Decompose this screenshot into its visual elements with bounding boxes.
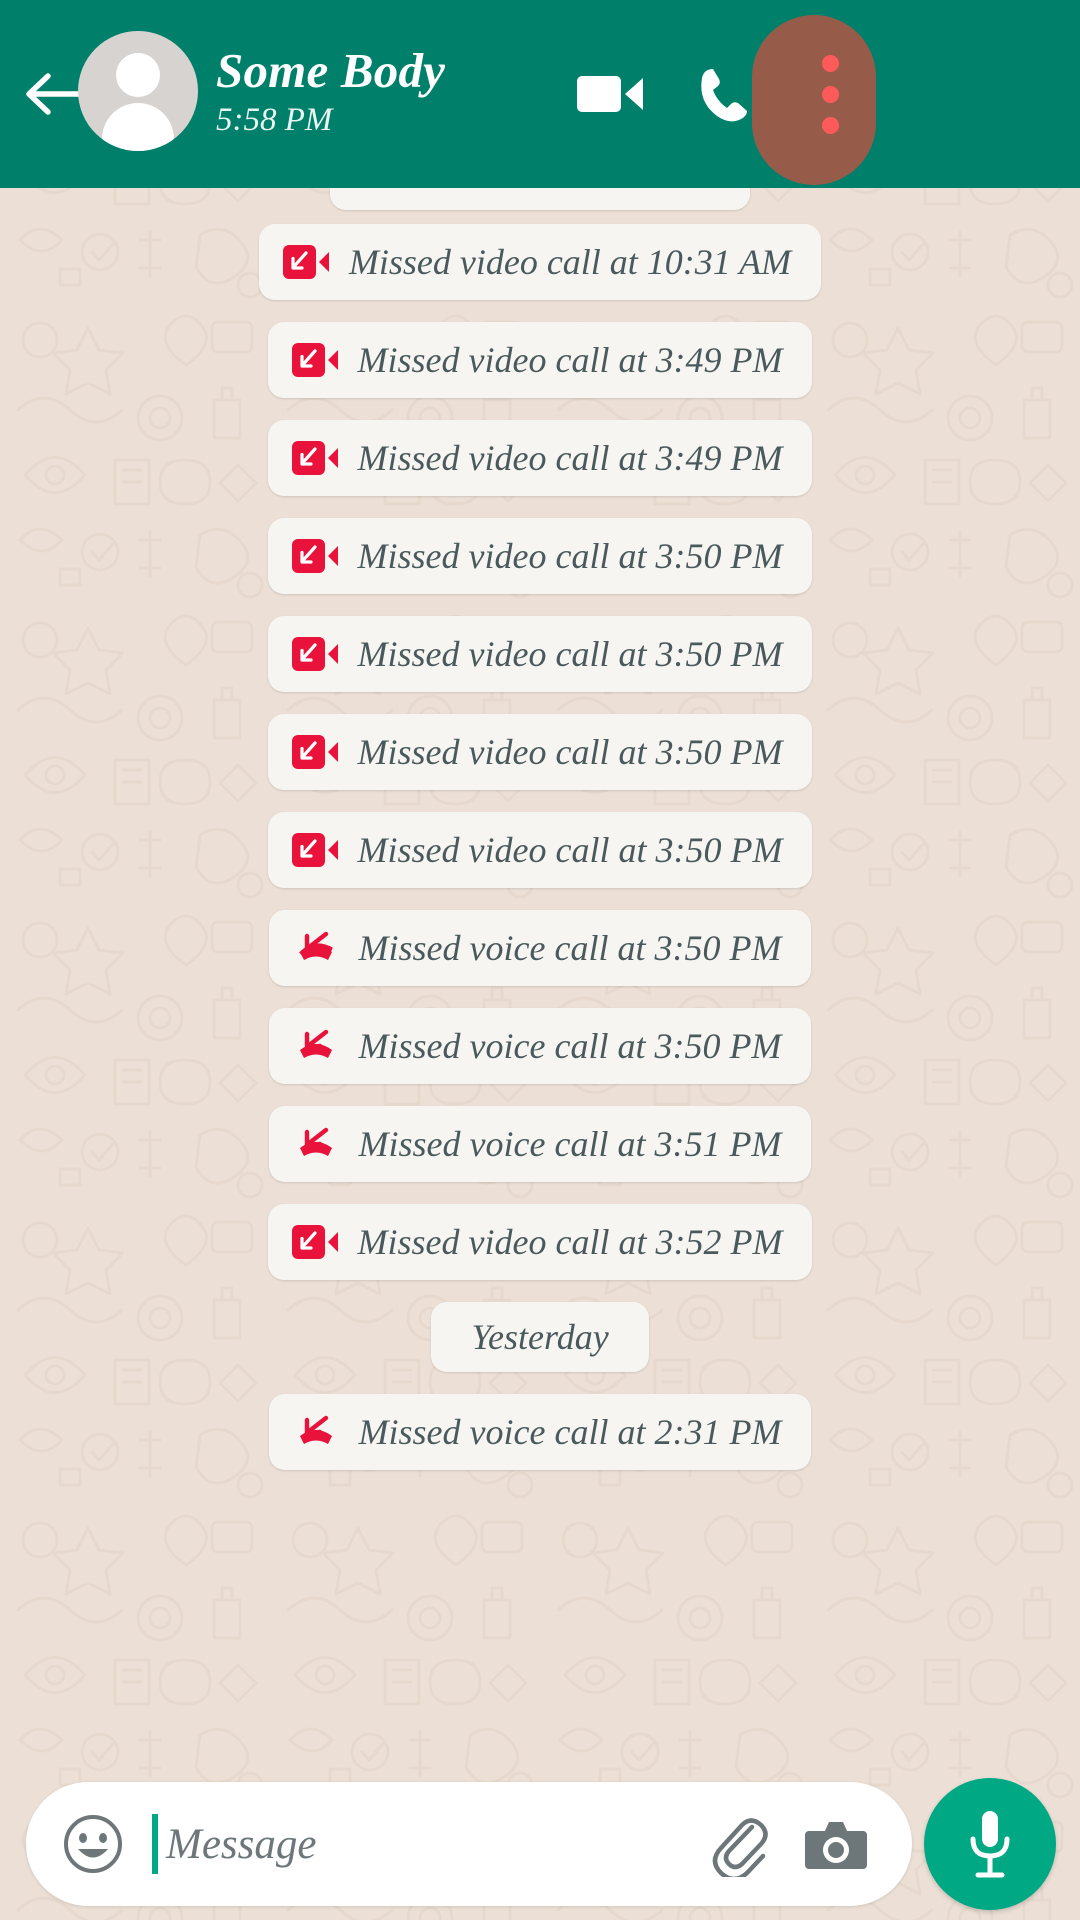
message-text: Missed voice call at 2:31 PM <box>358 1412 782 1452</box>
message-row[interactable]: Missed video call at 3:52 PM <box>0 1204 1080 1280</box>
message-row[interactable]: Missed video call at 3:50 PM <box>0 518 1080 594</box>
avatar[interactable] <box>78 31 198 151</box>
message-row[interactable]: Missed video call at 3:50 PM <box>0 714 1080 790</box>
message-row[interactable]: Missed video call at 3:50 PM <box>0 812 1080 888</box>
clipped-message-bubble[interactable] <box>0 188 1080 210</box>
voice-call-button[interactable] <box>676 48 776 140</box>
message-row[interactable]: Missed voice call at 3:51 PM <box>0 1106 1080 1182</box>
missed-video-call-icon <box>291 1221 338 1263</box>
missed-call-bubble[interactable]: Missed voice call at 2:31 PM <box>268 1394 812 1470</box>
message-row[interactable]: Missed video call at 10:31 AM <box>0 224 1080 300</box>
missed-voice-call-icon <box>293 1025 339 1067</box>
message-row[interactable]: Missed voice call at 3:50 PM <box>0 1008 1080 1084</box>
missed-video-call-icon <box>291 437 338 479</box>
paperclip-icon <box>712 1818 768 1877</box>
message-text: Missed video call at 3:50 PM <box>357 634 783 674</box>
message-input-field[interactable]: Message <box>152 1814 702 1874</box>
missed-video-call-icon <box>291 535 338 577</box>
mic-button[interactable] <box>924 1778 1056 1910</box>
smiley-face-icon <box>64 1815 122 1873</box>
message-text: Missed video call at 3:49 PM <box>357 438 783 478</box>
message-row[interactable]: Missed video call at 3:49 PM <box>0 420 1080 496</box>
message-text: Missed video call at 3:50 PM <box>357 732 783 772</box>
missed-call-bubble[interactable]: Missed video call at 3:50 PM <box>267 518 813 594</box>
missed-voice-call-icon <box>293 927 339 969</box>
missed-call-bubble[interactable]: Missed voice call at 3:51 PM <box>268 1106 812 1182</box>
date-divider-row: Yesterday <box>0 1302 1080 1372</box>
missed-call-bubble[interactable]: Missed voice call at 3:50 PM <box>268 1008 812 1084</box>
microphone-icon <box>970 1811 1010 1878</box>
message-text: Missed video call at 3:50 PM <box>357 536 783 576</box>
chat-header: Some Body 5:58 PM <box>0 0 1080 188</box>
three-dot-menu-icon-dot-1 <box>821 54 839 72</box>
message-text: Missed video call at 3:49 PM <box>357 340 783 380</box>
missed-call-bubble[interactable]: Missed video call at 3:50 PM <box>267 812 813 888</box>
missed-video-call-icon <box>282 241 329 283</box>
message-row[interactable]: Missed video call at 3:50 PM <box>0 616 1080 692</box>
message-text: Missed video call at 10:31 AM <box>348 242 792 282</box>
missed-call-bubble[interactable]: Missed video call at 3:49 PM <box>267 322 813 398</box>
missed-call-bubble[interactable]: Missed voice call at 3:50 PM <box>268 910 812 986</box>
phone-icon <box>701 69 747 122</box>
missed-voice-call-icon <box>293 1411 339 1453</box>
message-placeholder: Message <box>166 1820 317 1868</box>
missed-voice-call-icon <box>293 1123 339 1165</box>
message-text: Missed video call at 3:52 PM <box>357 1222 783 1262</box>
message-row[interactable]: Missed voice call at 3:50 PM <box>0 910 1080 986</box>
overflow-menu-button[interactable] <box>790 44 870 144</box>
missed-call-bubble[interactable]: Missed video call at 3:50 PM <box>267 714 813 790</box>
camera-button[interactable] <box>800 1808 872 1880</box>
emoji-button[interactable] <box>62 1813 124 1875</box>
avatar-head <box>116 53 160 97</box>
camera-icon <box>805 1822 867 1869</box>
attach-button[interactable] <box>702 1808 774 1880</box>
message-text: Missed voice call at 3:51 PM <box>358 1124 782 1164</box>
video-camera-icon <box>577 76 643 112</box>
video-call-button[interactable] <box>560 48 660 140</box>
missed-call-bubble[interactable]: Missed video call at 10:31 AM <box>258 224 822 300</box>
missed-video-call-icon <box>291 829 338 871</box>
missed-call-bubble[interactable]: Missed video call at 3:50 PM <box>267 616 813 692</box>
missed-call-bubble[interactable]: Missed video call at 3:49 PM <box>267 420 813 496</box>
avatar-body <box>102 103 174 151</box>
missed-call-bubble[interactable]: Missed video call at 3:52 PM <box>267 1204 813 1280</box>
missed-video-call-icon <box>291 731 338 773</box>
message-input-container[interactable]: Message <box>26 1782 912 1906</box>
missed-video-call-icon <box>291 633 338 675</box>
message-text: Missed video call at 3:50 PM <box>357 830 783 870</box>
message-input-bar: Message <box>0 1770 1080 1920</box>
text-cursor <box>152 1814 158 1874</box>
missed-video-call-icon <box>291 339 338 381</box>
message-text: Missed voice call at 3:50 PM <box>358 1026 782 1066</box>
bubble-partial[interactable] <box>330 188 750 210</box>
message-list[interactable]: Missed video call at 10:31 AM Missed vid… <box>0 188 1080 1770</box>
contact-name[interactable]: Some Body <box>216 42 445 99</box>
message-row[interactable]: Missed video call at 3:49 PM <box>0 322 1080 398</box>
three-dot-menu-icon-dot-2 <box>821 85 839 103</box>
date-divider-chip: Yesterday <box>431 1302 649 1372</box>
contact-status[interactable]: 5:58 PM <box>216 102 332 139</box>
three-dot-menu-icon-dot-3 <box>821 116 839 134</box>
message-row[interactable]: Missed voice call at 2:31 PM <box>0 1394 1080 1470</box>
message-text: Missed voice call at 3:50 PM <box>358 928 782 968</box>
